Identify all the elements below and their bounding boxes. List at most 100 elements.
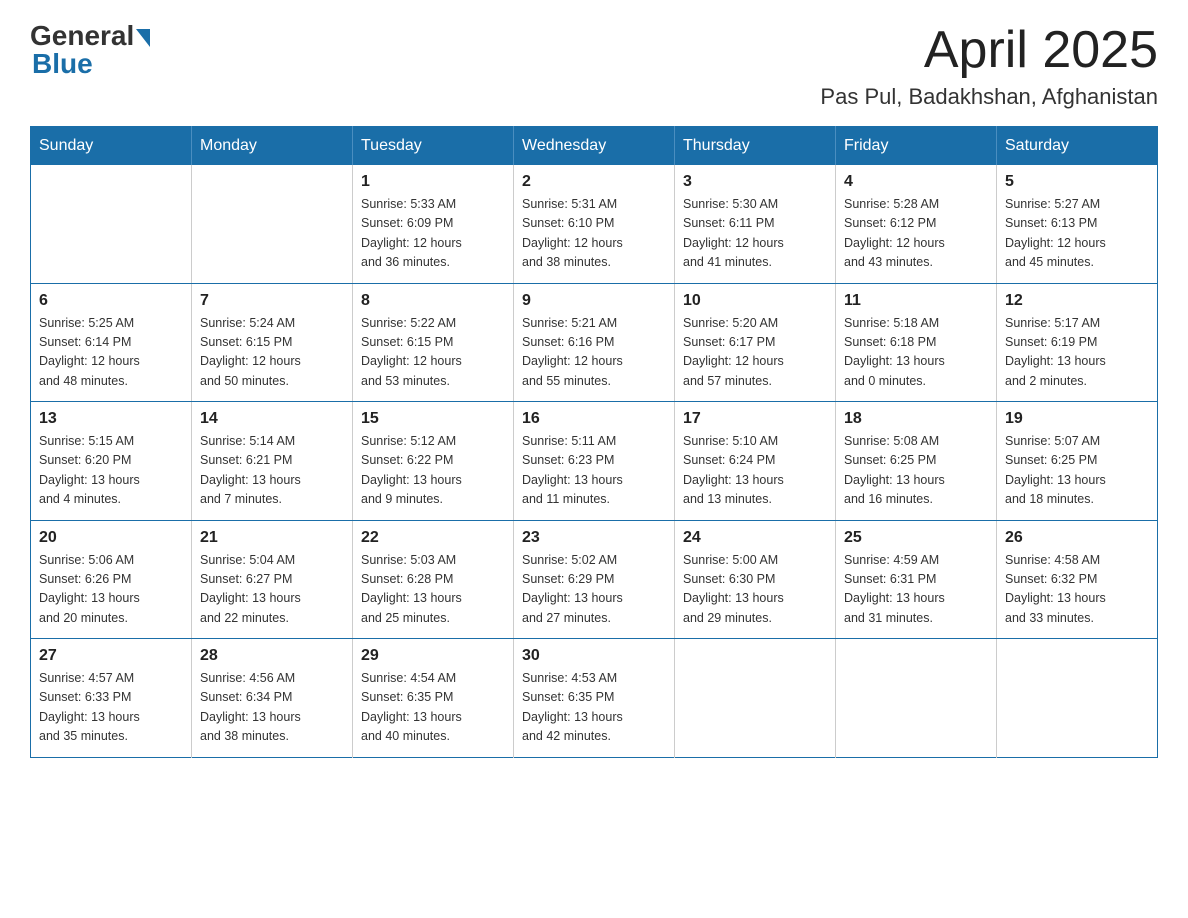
calendar-cell: 14 Sunrise: 5:14 AM Sunset: 6:21 PM Dayli… <box>192 402 353 521</box>
calendar-cell: 9Sunrise: 5:21 AM Sunset: 6:16 PM Daylig… <box>514 283 675 402</box>
day-info: Sunrise: 4:54 AM Sunset: 6:35 PM Dayligh… <box>361 669 505 747</box>
calendar-cell: 12 Sunrise: 5:17 AM Sunset: 6:19 PM Dayli… <box>997 283 1158 402</box>
day-number: 29 <box>361 647 505 665</box>
day-info: Sunrise: 5:30 AM Sunset: 6:11 PM Dayligh… <box>683 195 827 273</box>
calendar-cell: 24Sunrise: 5:00 AM Sunset: 6:30 PM Dayli… <box>675 520 836 639</box>
day-info: Sunrise: 5:04 AM Sunset: 6:27 PM Dayligh… <box>200 551 344 629</box>
day-info: Sunrise: 4:59 AM Sunset: 6:31 PM Dayligh… <box>844 551 988 629</box>
calendar-cell: 30 Sunrise: 4:53 AM Sunset: 6:35 PM Dayli… <box>514 639 675 758</box>
day-number: 26 <box>1005 529 1149 547</box>
day-number: 4 <box>844 173 988 191</box>
day-number: 13 <box>39 410 183 428</box>
calendar-cell: 15Sunrise: 5:12 AM Sunset: 6:22 PM Dayli… <box>353 402 514 521</box>
day-number: 14 <box>200 410 344 428</box>
calendar-cell: 11 Sunrise: 5:18 AM Sunset: 6:18 PM Dayli… <box>836 283 997 402</box>
calendar-cell: 4 Sunrise: 5:28 AM Sunset: 6:12 PM Daylig… <box>836 165 997 283</box>
day-info: Sunrise: 5:14 AM Sunset: 6:21 PM Dayligh… <box>200 432 344 510</box>
calendar-cell: 2 Sunrise: 5:31 AM Sunset: 6:10 PM Daylig… <box>514 165 675 283</box>
day-number: 6 <box>39 292 183 310</box>
title-section: April 2025 Pas Pul, Badakhshan, Afghanis… <box>820 20 1158 110</box>
calendar-cell <box>192 165 353 283</box>
calendar-cell: 29 Sunrise: 4:54 AM Sunset: 6:35 PM Dayli… <box>353 639 514 758</box>
month-title: April 2025 <box>820 20 1158 80</box>
day-info: Sunrise: 5:27 AM Sunset: 6:13 PM Dayligh… <box>1005 195 1149 273</box>
calendar-cell <box>675 639 836 758</box>
day-info: Sunrise: 5:31 AM Sunset: 6:10 PM Dayligh… <box>522 195 666 273</box>
day-number: 10 <box>683 292 827 310</box>
day-info: Sunrise: 4:57 AM Sunset: 6:33 PM Dayligh… <box>39 669 183 747</box>
calendar-cell: 17Sunrise: 5:10 AM Sunset: 6:24 PM Dayli… <box>675 402 836 521</box>
day-info: Sunrise: 5:28 AM Sunset: 6:12 PM Dayligh… <box>844 195 988 273</box>
day-info: Sunrise: 5:33 AM Sunset: 6:09 PM Dayligh… <box>361 195 505 273</box>
calendar-cell: 7 Sunrise: 5:24 AM Sunset: 6:15 PM Daylig… <box>192 283 353 402</box>
calendar-cell: 18 Sunrise: 5:08 AM Sunset: 6:25 PM Dayli… <box>836 402 997 521</box>
calendar-cell: 22 Sunrise: 5:03 AM Sunset: 6:28 PM Dayli… <box>353 520 514 639</box>
calendar-table: SundayMondayTuesdayWednesdayThursdayFrid… <box>30 126 1158 758</box>
day-number: 19 <box>1005 410 1149 428</box>
logo-triangle-icon <box>136 29 150 47</box>
day-number: 27 <box>39 647 183 665</box>
day-number: 15 <box>361 410 505 428</box>
day-number: 18 <box>844 410 988 428</box>
day-number: 28 <box>200 647 344 665</box>
day-number: 22 <box>361 529 505 547</box>
day-info: Sunrise: 4:56 AM Sunset: 6:34 PM Dayligh… <box>200 669 344 747</box>
calendar-week-4: 20 Sunrise: 5:06 AM Sunset: 6:26 PM Dayli… <box>31 520 1158 639</box>
day-number: 23 <box>522 529 666 547</box>
day-number: 20 <box>39 529 183 547</box>
day-number: 24 <box>683 529 827 547</box>
day-info: Sunrise: 5:25 AM Sunset: 6:14 PM Dayligh… <box>39 314 183 392</box>
day-number: 3 <box>683 173 827 191</box>
calendar-header-saturday: Saturday <box>997 127 1158 166</box>
day-number: 12 <box>1005 292 1149 310</box>
day-info: Sunrise: 5:06 AM Sunset: 6:26 PM Dayligh… <box>39 551 183 629</box>
day-info: Sunrise: 4:53 AM Sunset: 6:35 PM Dayligh… <box>522 669 666 747</box>
day-info: Sunrise: 5:11 AM Sunset: 6:23 PM Dayligh… <box>522 432 666 510</box>
day-info: Sunrise: 5:21 AM Sunset: 6:16 PM Dayligh… <box>522 314 666 392</box>
calendar-cell <box>31 165 192 283</box>
day-info: Sunrise: 5:22 AM Sunset: 6:15 PM Dayligh… <box>361 314 505 392</box>
calendar-week-2: 6 Sunrise: 5:25 AM Sunset: 6:14 PM Daylig… <box>31 283 1158 402</box>
calendar-cell: 8 Sunrise: 5:22 AM Sunset: 6:15 PM Daylig… <box>353 283 514 402</box>
page-header: General Blue April 2025 Pas Pul, Badakhs… <box>30 20 1158 110</box>
logo: General Blue <box>30 20 150 80</box>
day-info: Sunrise: 5:17 AM Sunset: 6:19 PM Dayligh… <box>1005 314 1149 392</box>
calendar-header-wednesday: Wednesday <box>514 127 675 166</box>
day-number: 5 <box>1005 173 1149 191</box>
day-info: Sunrise: 5:03 AM Sunset: 6:28 PM Dayligh… <box>361 551 505 629</box>
day-info: Sunrise: 5:10 AM Sunset: 6:24 PM Dayligh… <box>683 432 827 510</box>
day-number: 30 <box>522 647 666 665</box>
day-number: 16 <box>522 410 666 428</box>
day-info: Sunrise: 4:58 AM Sunset: 6:32 PM Dayligh… <box>1005 551 1149 629</box>
calendar-cell: 10Sunrise: 5:20 AM Sunset: 6:17 PM Dayli… <box>675 283 836 402</box>
calendar-header-tuesday: Tuesday <box>353 127 514 166</box>
calendar-week-5: 27 Sunrise: 4:57 AM Sunset: 6:33 PM Dayli… <box>31 639 1158 758</box>
calendar-cell <box>997 639 1158 758</box>
day-number: 11 <box>844 292 988 310</box>
day-info: Sunrise: 5:02 AM Sunset: 6:29 PM Dayligh… <box>522 551 666 629</box>
calendar-cell: 13Sunrise: 5:15 AM Sunset: 6:20 PM Dayli… <box>31 402 192 521</box>
calendar-header-monday: Monday <box>192 127 353 166</box>
calendar-cell: 5 Sunrise: 5:27 AM Sunset: 6:13 PM Daylig… <box>997 165 1158 283</box>
calendar-cell: 16 Sunrise: 5:11 AM Sunset: 6:23 PM Dayli… <box>514 402 675 521</box>
day-info: Sunrise: 5:08 AM Sunset: 6:25 PM Dayligh… <box>844 432 988 510</box>
day-number: 25 <box>844 529 988 547</box>
day-number: 7 <box>200 292 344 310</box>
day-info: Sunrise: 5:24 AM Sunset: 6:15 PM Dayligh… <box>200 314 344 392</box>
calendar-week-1: 1Sunrise: 5:33 AM Sunset: 6:09 PM Daylig… <box>31 165 1158 283</box>
calendar-header-row: SundayMondayTuesdayWednesdayThursdayFrid… <box>31 127 1158 166</box>
calendar-cell: 21Sunrise: 5:04 AM Sunset: 6:27 PM Dayli… <box>192 520 353 639</box>
day-info: Sunrise: 5:18 AM Sunset: 6:18 PM Dayligh… <box>844 314 988 392</box>
day-number: 2 <box>522 173 666 191</box>
calendar-cell: 19 Sunrise: 5:07 AM Sunset: 6:25 PM Dayli… <box>997 402 1158 521</box>
calendar-week-3: 13Sunrise: 5:15 AM Sunset: 6:20 PM Dayli… <box>31 402 1158 521</box>
calendar-cell: 1Sunrise: 5:33 AM Sunset: 6:09 PM Daylig… <box>353 165 514 283</box>
calendar-cell: 20 Sunrise: 5:06 AM Sunset: 6:26 PM Dayli… <box>31 520 192 639</box>
calendar-cell: 27 Sunrise: 4:57 AM Sunset: 6:33 PM Dayli… <box>31 639 192 758</box>
calendar-header-friday: Friday <box>836 127 997 166</box>
calendar-header-sunday: Sunday <box>31 127 192 166</box>
day-number: 8 <box>361 292 505 310</box>
logo-blue-text: Blue <box>32 48 93 80</box>
day-info: Sunrise: 5:07 AM Sunset: 6:25 PM Dayligh… <box>1005 432 1149 510</box>
calendar-cell: 23 Sunrise: 5:02 AM Sunset: 6:29 PM Dayli… <box>514 520 675 639</box>
